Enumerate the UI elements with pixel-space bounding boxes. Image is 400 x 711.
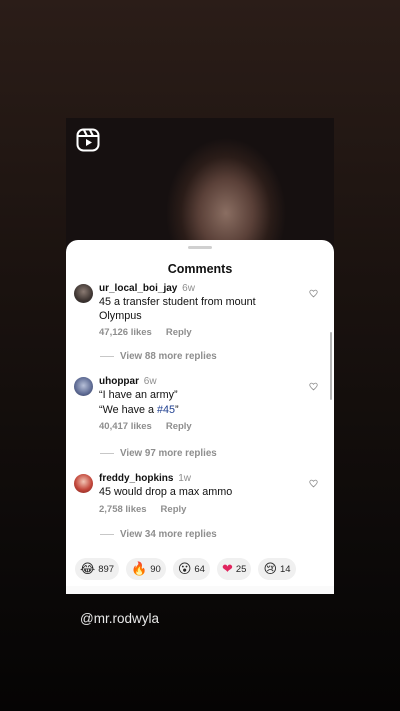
comment-likes[interactable]: 40,417 likes [99, 421, 152, 432]
sheet-drag-handle[interactable] [188, 246, 212, 249]
avatar[interactable] [74, 474, 93, 493]
view-more-replies-label: View 97 more replies [120, 448, 217, 459]
view-more-replies-button[interactable]: View 97 more replies [100, 448, 217, 459]
comment-meta: 40,417 likes Reply [99, 421, 299, 432]
comment-header: uhoppar 6w [99, 376, 299, 388]
comment-text-line: “I have an army” [99, 389, 178, 401]
avatar[interactable] [74, 284, 93, 303]
comments-sheet: Comments ur_local_boi_jay 6w 45 a transf… [66, 240, 334, 594]
fire-emoji-icon: 🔥 [131, 561, 148, 577]
reaction-laughing[interactable]: 😂 897 [75, 558, 120, 580]
hashtag-link[interactable]: #45 [157, 404, 175, 416]
reaction-heart[interactable]: ❤ 25 [216, 558, 252, 580]
comment-likes[interactable]: 47,126 likes [99, 327, 152, 338]
story-mention-handle[interactable]: @mr.rodwyla [80, 611, 159, 626]
comment-header: freddy_hopkins 1w [99, 473, 299, 485]
comment-username[interactable]: freddy_hopkins [99, 473, 173, 484]
comment-time: 6w [182, 283, 195, 294]
view-more-replies-label: View 34 more replies [120, 529, 217, 540]
comment-text: 45 would drop a max ammo [99, 486, 233, 498]
comment-text: 45 a transfer student from mount Olympus [99, 296, 256, 322]
reaction-count: 897 [98, 563, 115, 575]
comment-username[interactable]: uhoppar [99, 376, 139, 387]
reply-button[interactable]: Reply [166, 421, 192, 432]
comment-body: freddy_hopkins 1w 45 would drop a max am… [99, 473, 299, 515]
reaction-bar: 😂 897 🔥 90 😮 64 ❤ 25 😢 14 [75, 558, 329, 584]
reel-video-frame[interactable] [66, 118, 334, 248]
crying-emoji-icon: 😢 [263, 561, 278, 577]
sheet-footer [66, 586, 334, 594]
sheet-title: Comments [167, 262, 233, 276]
comment-time: 1w [178, 473, 192, 484]
comment-text-line: “We have a #45” [99, 404, 299, 418]
heart-outline-icon[interactable] [309, 289, 318, 298]
comment-text-fragment: “We have a [99, 403, 158, 416]
divider-dash [100, 533, 114, 535]
reaction-count: 90 [150, 563, 161, 575]
divider-dash [100, 355, 114, 357]
story-card: Comments ur_local_boi_jay 6w 45 a transf… [66, 118, 334, 594]
comment-meta: 2,758 likes Reply [99, 504, 299, 515]
reaction-count: 25 [235, 563, 247, 575]
reply-button[interactable]: Reply [166, 327, 192, 338]
red-heart-emoji-icon: ❤ [221, 561, 233, 577]
reaction-surprised[interactable]: 😮 64 [172, 558, 210, 580]
comment-text-fragment: ” [175, 403, 179, 416]
reels-icon [76, 128, 100, 152]
avatar[interactable] [74, 377, 93, 396]
heart-outline-icon[interactable] [309, 382, 318, 391]
comment-username[interactable]: ur_local_boi_jay [99, 283, 177, 294]
view-more-replies-button[interactable]: View 88 more replies [100, 351, 217, 362]
view-more-replies-label: View 88 more replies [120, 351, 217, 362]
reply-button[interactable]: Reply [161, 504, 187, 515]
heart-outline-icon[interactable] [309, 479, 318, 488]
comment-time: 6w [143, 376, 157, 387]
laughing-emoji-icon: 😂 [80, 561, 96, 577]
surprised-emoji-icon: 😮 [177, 561, 192, 577]
comment-body: uhoppar 6w “I have an army” “We have a #… [99, 376, 299, 432]
comment-header: ur_local_boi_jay 6w [99, 283, 299, 295]
comment-likes[interactable]: 2,758 likes [99, 504, 147, 515]
comment-body: ur_local_boi_jay 6w 45 a transfer studen… [99, 283, 299, 338]
scrollbar[interactable] [330, 332, 332, 400]
divider-dash [100, 452, 114, 454]
view-more-replies-button[interactable]: View 34 more replies [100, 529, 217, 540]
reaction-crying[interactable]: 😢 14 [258, 558, 296, 580]
reaction-count: 14 [280, 563, 291, 575]
reaction-count: 64 [194, 563, 205, 575]
reaction-fire[interactable]: 🔥 90 [126, 558, 166, 580]
comment-meta: 47,126 likes Reply [99, 327, 299, 338]
